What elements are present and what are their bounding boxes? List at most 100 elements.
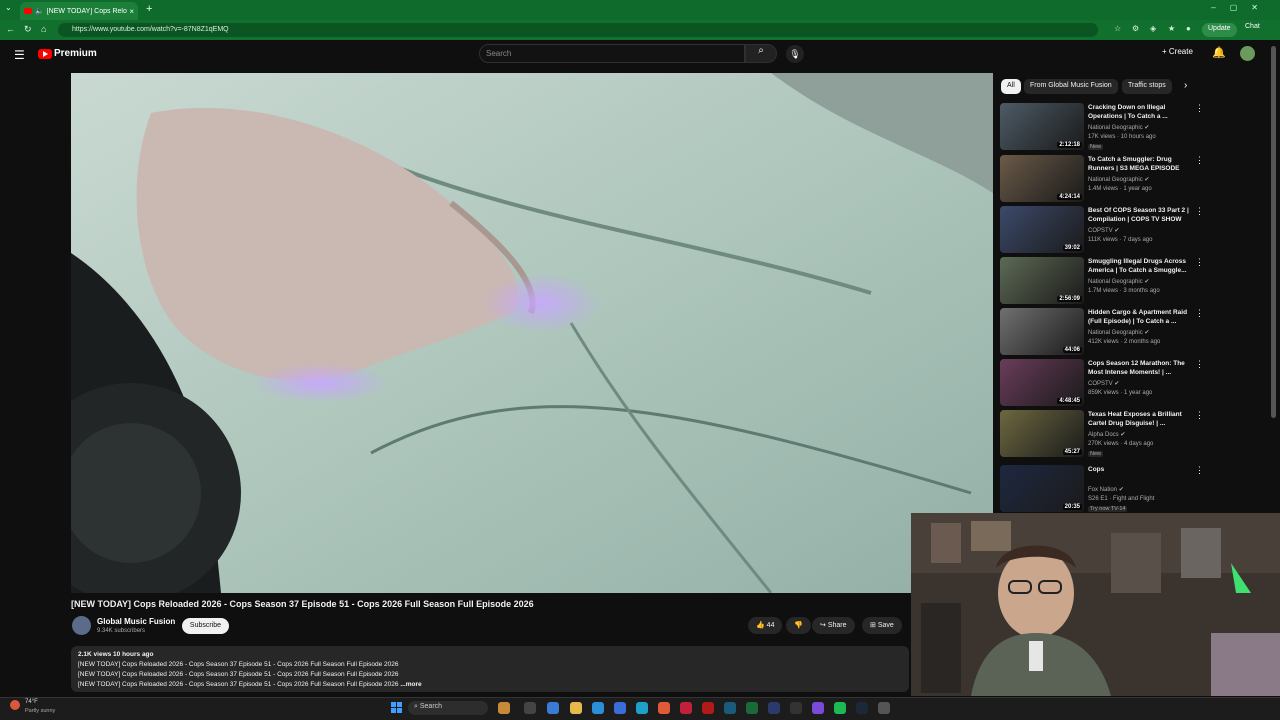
app-icon[interactable] xyxy=(746,702,758,714)
edge-icon[interactable] xyxy=(636,702,648,714)
recommended-title[interactable]: To Catch a Smuggler: Drug Runners | S3 M… xyxy=(1088,155,1192,173)
video-thumbnail[interactable]: 39:02 xyxy=(1000,206,1084,253)
video-thumbnail[interactable]: 4:48:45 xyxy=(1000,359,1084,406)
speaker-icon[interactable]: 🔈 xyxy=(35,7,44,15)
voice-search-button[interactable]: 🎙 xyxy=(786,45,804,63)
search-input[interactable]: Search xyxy=(479,44,745,63)
new-tab-icon[interactable]: + xyxy=(146,3,152,15)
recommended-title[interactable]: Hidden Cargo & Apartment Raid (Full Epis… xyxy=(1088,308,1192,326)
video-thumbnail[interactable]: 4:24:14 xyxy=(1000,155,1084,202)
spotify-icon[interactable] xyxy=(834,702,846,714)
app-icon[interactable] xyxy=(812,702,824,714)
video-player[interactable] xyxy=(71,73,993,593)
extension-icon[interactable]: ⚙ xyxy=(1132,24,1139,33)
taskbar-search[interactable]: ⌕ Search xyxy=(408,701,488,715)
subscribe-button[interactable]: Subscribe xyxy=(182,618,229,634)
recommended-title[interactable]: Texas Heat Exposes a Brilliant Cartel Dr… xyxy=(1088,410,1192,428)
shield-icon[interactable]: ◈ xyxy=(1150,24,1156,33)
menu-icon[interactable]: ☰ xyxy=(14,48,25,62)
file-explorer-icon[interactable] xyxy=(570,702,582,714)
recommended-channel[interactable]: Fox Nation ✔ xyxy=(1088,486,1124,493)
recommended-video[interactable]: 2:56:09 Smuggling Illegal Drugs Across Am… xyxy=(1000,257,1204,307)
recommended-channel[interactable]: Alpha Docs ✔ xyxy=(1088,431,1125,438)
recommended-video[interactable]: 4:48:45 Cops Season 12 Marathon: The Most… xyxy=(1000,359,1204,409)
video-thumbnail[interactable]: 20:35 xyxy=(1000,465,1084,512)
close-tab-icon[interactable]: × xyxy=(129,7,134,16)
weather-temperature[interactable]: 74°F xyxy=(25,699,38,705)
app-icon[interactable] xyxy=(724,702,736,714)
app-icon[interactable] xyxy=(768,702,780,714)
more-options-icon[interactable]: ⋮ xyxy=(1195,155,1204,166)
more-options-icon[interactable]: ⋮ xyxy=(1195,257,1204,268)
save-button[interactable]: ⊞ Save xyxy=(862,617,902,634)
weather-icon[interactable] xyxy=(10,700,20,710)
scrollbar[interactable] xyxy=(1271,46,1276,418)
more-options-icon[interactable]: ⋮ xyxy=(1195,308,1204,319)
windows-start-icon[interactable] xyxy=(391,702,402,713)
chip-from-channel[interactable]: From Global Music Fusion xyxy=(1024,79,1118,94)
channel-name[interactable]: Global Music Fusion xyxy=(97,617,175,626)
app-icon[interactable] xyxy=(790,702,802,714)
recommended-channel[interactable]: National Geographic ✔ xyxy=(1088,329,1149,336)
recommended-channel[interactable]: National Geographic ✔ xyxy=(1088,176,1149,183)
more-options-icon[interactable]: ⋮ xyxy=(1195,465,1204,476)
chat-button[interactable]: Chat xyxy=(1245,23,1260,30)
chip-traffic-stops[interactable]: Traffic stops xyxy=(1122,79,1172,94)
recommended-video[interactable]: 20:35 Cops Fox Nation ✔ S26 E1 · Fight and … xyxy=(1000,465,1204,515)
recommended-title[interactable]: Cops Season 12 Marathon: The Most Intens… xyxy=(1088,359,1192,377)
more-options-icon[interactable]: ⋮ xyxy=(1195,410,1204,421)
video-thumbnail[interactable]: 45:27 xyxy=(1000,410,1084,457)
update-button[interactable]: Update xyxy=(1202,23,1237,37)
recommended-video[interactable]: 44:06 Hidden Cargo & Apartment Raid (Full… xyxy=(1000,308,1204,358)
video-thumbnail[interactable]: 2:56:09 xyxy=(1000,257,1084,304)
copilot-icon[interactable] xyxy=(547,702,559,714)
search-button[interactable]: ⌕ xyxy=(745,44,777,63)
notifications-bell-icon[interactable]: 🔔 xyxy=(1212,46,1226,59)
more-options-icon[interactable]: ⋮ xyxy=(1195,206,1204,217)
recommended-channel[interactable]: COPSTV ✔ xyxy=(1088,227,1119,234)
more-link[interactable]: ...more xyxy=(400,681,421,688)
back-icon[interactable]: ← xyxy=(6,24,15,34)
recommended-title[interactable]: Best Of COPS Season 33 Part 2 | Compilat… xyxy=(1088,206,1192,224)
firefox-icon[interactable] xyxy=(658,702,670,714)
profile-icon[interactable]: ● xyxy=(1186,24,1191,33)
recommended-channel[interactable]: National Geographic ✔ xyxy=(1088,278,1149,285)
like-button[interactable]: 👍 44 xyxy=(748,617,783,634)
favorite-star-icon[interactable]: ☆ xyxy=(1114,24,1121,33)
reload-icon[interactable]: ↻ xyxy=(24,24,32,35)
account-avatar[interactable] xyxy=(1240,46,1255,61)
app-icon[interactable] xyxy=(498,702,510,714)
chip-all[interactable]: All xyxy=(1001,79,1021,94)
create-button[interactable]: + Create xyxy=(1162,47,1193,56)
youtube-logo[interactable]: Premium xyxy=(38,48,97,59)
window-controls[interactable]: –▢✕ xyxy=(1211,3,1272,12)
recommended-title[interactable]: Cracking Down on Illegal Operations | To… xyxy=(1088,103,1192,121)
description-box[interactable]: 2.1K views 10 hours ago [NEW TODAY] Cops… xyxy=(71,646,909,692)
recommended-video[interactable]: 4:24:14 To Catch a Smuggler: Drug Runners… xyxy=(1000,155,1204,205)
url-field[interactable]: https://www.youtube.com/watch?v=-87N8Z1q… xyxy=(58,23,1098,37)
app-icon[interactable] xyxy=(592,702,604,714)
browser-tab[interactable]: 🔈 [NEW TODAY] Cops Reloaded × xyxy=(20,2,138,20)
recommended-video[interactable]: 2:12:18 Cracking Down on Illegal Operatio… xyxy=(1000,103,1204,153)
channel-avatar[interactable] xyxy=(72,616,91,635)
more-options-icon[interactable]: ⋮ xyxy=(1195,359,1204,370)
app-icon[interactable] xyxy=(702,702,714,714)
share-button[interactable]: ↪ Share xyxy=(812,617,855,634)
dislike-button[interactable]: 👎 xyxy=(786,617,811,634)
recommended-video[interactable]: 39:02 Best Of COPS Season 33 Part 2 | Com… xyxy=(1000,206,1204,256)
collections-icon[interactable]: ★ xyxy=(1168,24,1175,33)
recommended-channel[interactable]: National Geographic ✔ xyxy=(1088,124,1149,131)
app-icon[interactable] xyxy=(878,702,890,714)
recommended-title[interactable]: Smuggling Illegal Drugs Across America |… xyxy=(1088,257,1192,275)
more-options-icon[interactable]: ⋮ xyxy=(1195,103,1204,114)
video-thumbnail[interactable]: 44:06 xyxy=(1000,308,1084,355)
recommended-channel[interactable]: COPSTV ✔ xyxy=(1088,380,1119,387)
tab-list-icon[interactable]: ⌄ xyxy=(5,3,12,12)
app-icon[interactable] xyxy=(680,702,692,714)
app-icon[interactable] xyxy=(614,702,626,714)
video-thumbnail[interactable]: 2:12:18 xyxy=(1000,103,1084,150)
steam-icon[interactable] xyxy=(856,702,868,714)
home-icon[interactable]: ⌂ xyxy=(41,24,46,34)
app-icon[interactable] xyxy=(524,702,536,714)
recommended-title[interactable]: Cops xyxy=(1088,465,1192,474)
